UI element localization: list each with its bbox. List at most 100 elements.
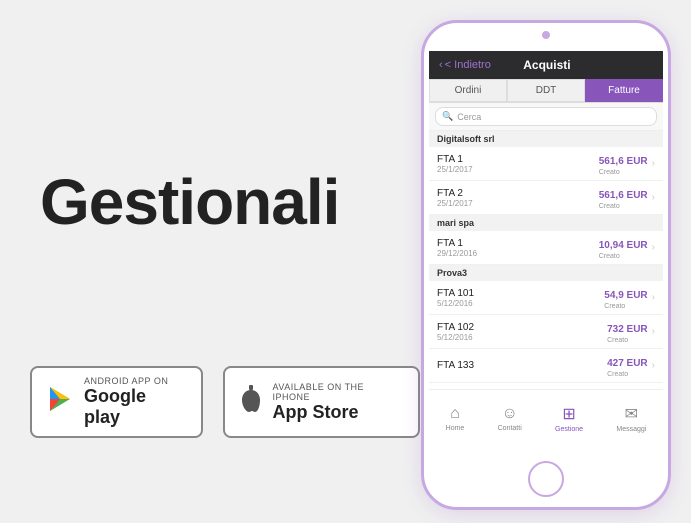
- google-play-large: Google play: [84, 386, 187, 428]
- invoice-amount: 561,6 EUR: [599, 190, 648, 201]
- apple-icon: [239, 385, 263, 420]
- invoice-list: Digitalsoft srl FTA 1 25/1/2017 561,6 EU…: [429, 131, 663, 383]
- google-play-small: ANDROID APP ON: [84, 376, 187, 386]
- invoice-status: Creato: [604, 303, 647, 310]
- nav-label-messaggi: Messaggi: [616, 426, 646, 433]
- invoice-item[interactable]: FTA 101 5/12/2016 54,9 EUR Creato ›: [429, 281, 663, 315]
- invoice-date: 29/12/2016: [437, 249, 477, 258]
- invoice-status: Creato: [599, 203, 648, 210]
- chevron-icon: ›: [652, 292, 655, 303]
- nav-icon-messaggi: ✉: [625, 404, 638, 424]
- nav-item-messaggi[interactable]: ✉ Messaggi: [616, 404, 646, 433]
- phone-mockup: ‹ < Indietro Acquisti Ordini DDT Fatture…: [421, 20, 671, 510]
- invoice-right: 732 EUR Creato ›: [607, 319, 655, 344]
- invoice-date: 25/1/2017: [437, 199, 473, 208]
- phone-screen: ‹ < Indietro Acquisti Ordini DDT Fatture…: [429, 51, 663, 447]
- chevron-icon: ›: [652, 192, 655, 203]
- invoice-status: Creato: [599, 169, 648, 176]
- screen-title: Acquisti: [523, 58, 570, 72]
- invoice-amount-block: 54,9 EUR Creato: [604, 285, 647, 310]
- screen-header: ‹ < Indietro Acquisti: [429, 51, 663, 79]
- search-input[interactable]: 🔍 Cerca: [435, 107, 657, 126]
- invoice-amount-block: 427 EUR Creato: [607, 353, 648, 378]
- volume-down-button: [421, 168, 423, 198]
- invoice-date: 5/12/2016: [437, 333, 474, 342]
- invoice-info: FTA 102 5/12/2016: [437, 322, 474, 342]
- invoice-right: 10,94 EUR Creato ›: [599, 235, 655, 260]
- invoice-info: FTA 2 25/1/2017: [437, 188, 473, 208]
- invoice-right: 561,6 EUR Creato ›: [599, 151, 655, 176]
- power-button: [669, 103, 671, 153]
- volume-up-button: [421, 128, 423, 158]
- invoice-amount: 427 EUR: [607, 358, 648, 369]
- invoice-code: FTA 133: [437, 360, 474, 371]
- google-play-badge[interactable]: ANDROID APP ON Google play: [30, 366, 203, 438]
- back-chevron: ‹: [439, 59, 443, 71]
- tab-ordini[interactable]: Ordini: [429, 79, 507, 102]
- nav-label-contatti: Contatti: [498, 425, 522, 432]
- invoice-code: FTA 102: [437, 322, 474, 333]
- invoice-amount: 561,6 EUR: [599, 156, 648, 167]
- invoice-status: Creato: [607, 337, 648, 344]
- invoice-code: FTA 101: [437, 288, 474, 299]
- nav-label-home: Home: [446, 425, 465, 432]
- back-button[interactable]: ‹ < Indietro: [439, 59, 491, 71]
- tab-fatture[interactable]: Fatture: [585, 79, 663, 102]
- front-camera: [542, 31, 550, 39]
- google-play-icon: [46, 385, 74, 420]
- invoice-status: Creato: [607, 371, 648, 378]
- bottom-nav: ⌂ Home ☺ Contatti ⊞ Gestione ✉ Messaggi: [429, 389, 663, 447]
- search-placeholder: Cerca: [457, 112, 481, 122]
- nav-item-home[interactable]: ⌂ Home: [446, 405, 465, 432]
- invoice-code: FTA 2: [437, 188, 473, 199]
- invoice-amount: 54,9 EUR: [604, 290, 647, 301]
- search-bar: 🔍 Cerca: [429, 103, 663, 131]
- invoice-code: FTA 1: [437, 238, 477, 249]
- tab-ddt[interactable]: DDT: [507, 79, 585, 102]
- invoice-info: FTA 101 5/12/2016: [437, 288, 474, 308]
- app-store-large: App Store: [273, 402, 404, 423]
- invoice-date: 5/12/2016: [437, 299, 474, 308]
- nav-icon-gestione: ⊞: [562, 404, 575, 424]
- app-store-text: Available on the iPhone App Store: [273, 382, 404, 423]
- home-button[interactable]: [528, 461, 564, 497]
- tab-bar: Ordini DDT Fatture: [429, 79, 663, 103]
- chevron-icon: ›: [652, 360, 655, 371]
- invoice-date: 25/1/2017: [437, 165, 473, 174]
- nav-item-contatti[interactable]: ☺ Contatti: [498, 405, 522, 432]
- nav-icon-home: ⌂: [450, 405, 460, 423]
- page-title: Gestionali: [40, 165, 339, 239]
- back-label: < Indietro: [445, 59, 491, 71]
- invoice-item[interactable]: FTA 1 29/12/2016 10,94 EUR Creato ›: [429, 231, 663, 265]
- nav-item-gestione[interactable]: ⊞ Gestione: [555, 404, 583, 433]
- app-store-small: Available on the iPhone: [273, 382, 404, 402]
- invoice-right: 561,6 EUR Creato ›: [599, 185, 655, 210]
- company-header: Prova3: [429, 265, 663, 281]
- invoice-item[interactable]: FTA 102 5/12/2016 732 EUR Creato ›: [429, 315, 663, 349]
- chevron-icon: ›: [652, 326, 655, 337]
- invoice-info: FTA 133: [437, 360, 474, 371]
- badge-row: ANDROID APP ON Google play Available on …: [30, 366, 420, 438]
- company-header: Digitalsoft srl: [429, 131, 663, 147]
- google-play-text: ANDROID APP ON Google play: [84, 376, 187, 428]
- invoice-amount-block: 732 EUR Creato: [607, 319, 648, 344]
- invoice-info: FTA 1 25/1/2017: [437, 154, 473, 174]
- invoice-item[interactable]: FTA 133 427 EUR Creato ›: [429, 349, 663, 383]
- invoice-item[interactable]: FTA 2 25/1/2017 561,6 EUR Creato ›: [429, 181, 663, 215]
- invoice-code: FTA 1: [437, 154, 473, 165]
- invoice-amount: 732 EUR: [607, 324, 648, 335]
- app-store-badge[interactable]: Available on the iPhone App Store: [223, 366, 420, 438]
- chevron-icon: ›: [652, 158, 655, 169]
- invoice-right: 54,9 EUR Creato ›: [604, 285, 655, 310]
- nav-label-gestione: Gestione: [555, 426, 583, 433]
- company-header: mari spa: [429, 215, 663, 231]
- phone-frame: ‹ < Indietro Acquisti Ordini DDT Fatture…: [421, 20, 671, 510]
- invoice-amount: 10,94 EUR: [599, 240, 648, 251]
- invoice-amount-block: 10,94 EUR Creato: [599, 235, 648, 260]
- invoice-info: FTA 1 29/12/2016: [437, 238, 477, 258]
- invoice-item[interactable]: FTA 1 25/1/2017 561,6 EUR Creato ›: [429, 147, 663, 181]
- invoice-amount-block: 561,6 EUR Creato: [599, 185, 648, 210]
- invoice-status: Creato: [599, 253, 648, 260]
- chevron-icon: ›: [652, 242, 655, 253]
- search-icon: 🔍: [442, 111, 453, 122]
